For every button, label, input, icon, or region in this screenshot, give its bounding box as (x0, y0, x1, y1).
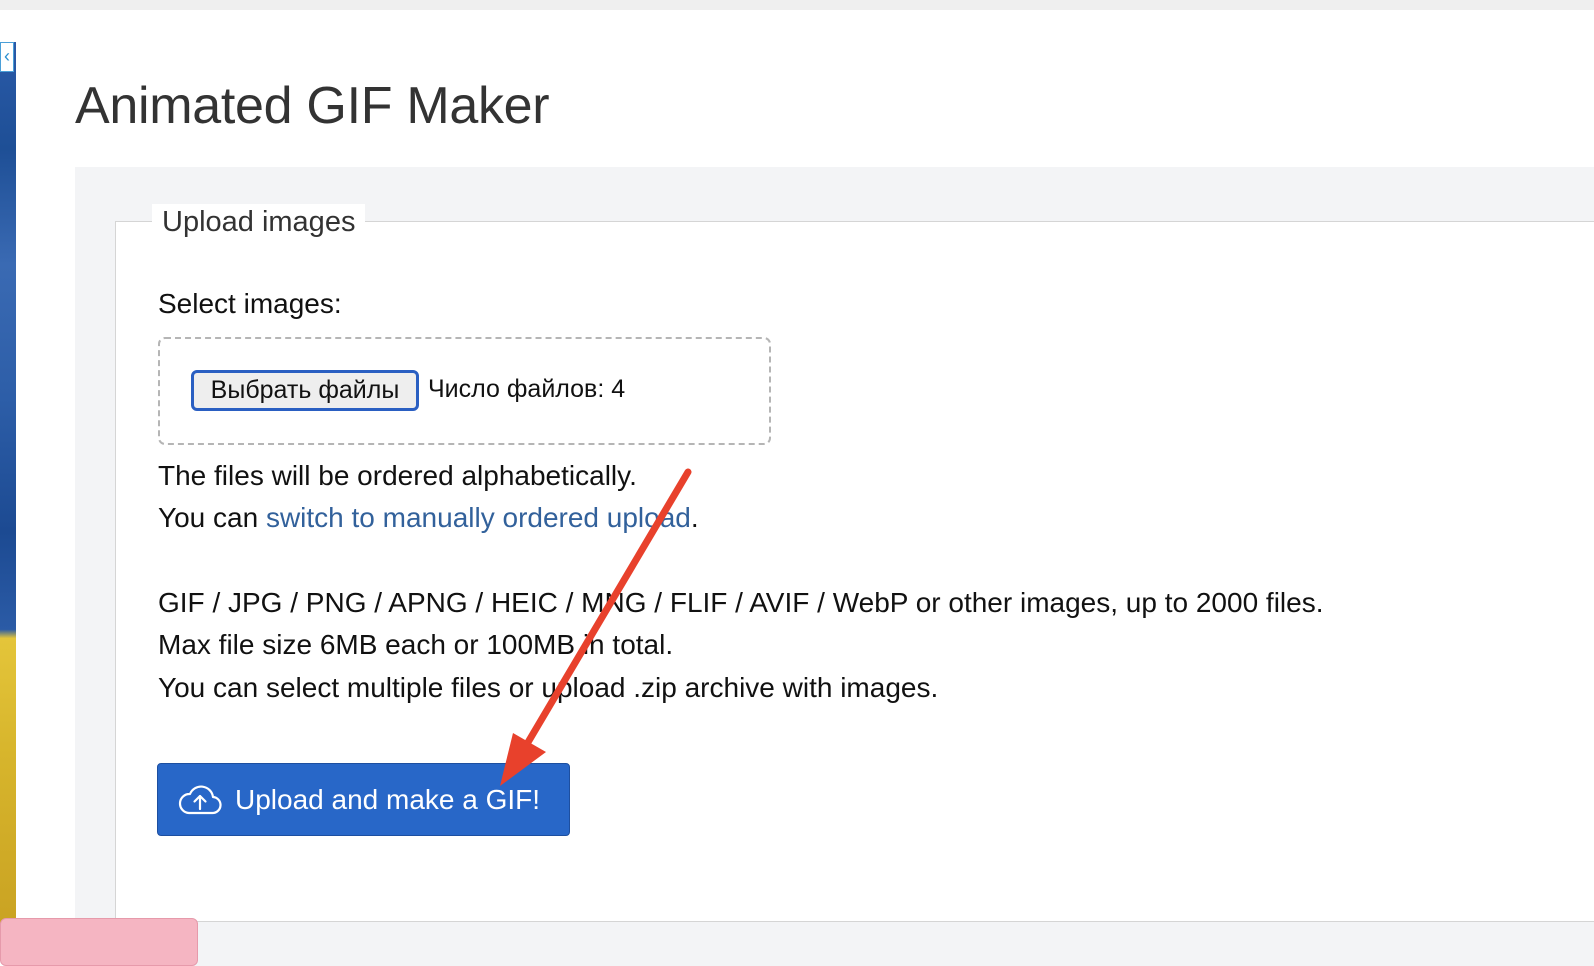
bottom-notification-tab[interactable] (0, 918, 198, 966)
select-images-label: Select images: (158, 288, 342, 319)
switch-order-line: You can switch to manually ordered uploa… (158, 501, 699, 535)
side-banner (0, 42, 16, 932)
choose-files-button[interactable]: Выбрать файлы (191, 370, 419, 411)
file-count-text: Число файлов: 4 (428, 375, 626, 403)
order-note: The files will be ordered alphabetically… (158, 460, 637, 491)
page-title: Animated GIF Maker (75, 77, 550, 135)
supported-formats-text: GIF / JPG / PNG / APNG / HEIC / MNG / FL… (158, 587, 1324, 618)
browser-top-strip (0, 0, 1594, 10)
fieldset-legend: Upload images (152, 204, 366, 240)
zip-upload-text: You can select multiple files or upload … (158, 672, 939, 703)
max-size-text: Max file size 6MB each or 100MB in total… (158, 629, 674, 660)
switch-prefix: You can (158, 502, 266, 533)
switch-suffix: . (690, 502, 699, 533)
upload-button-label: Upload and make a GIF! (235, 784, 541, 815)
chevron-left-icon[interactable]: ‹ (0, 42, 14, 72)
cloud-upload-icon (178, 785, 222, 815)
upload-and-make-gif-button[interactable]: Upload and make a GIF! (157, 763, 570, 836)
switch-to-manual-order-link[interactable]: switch to manually ordered upload (266, 502, 691, 533)
